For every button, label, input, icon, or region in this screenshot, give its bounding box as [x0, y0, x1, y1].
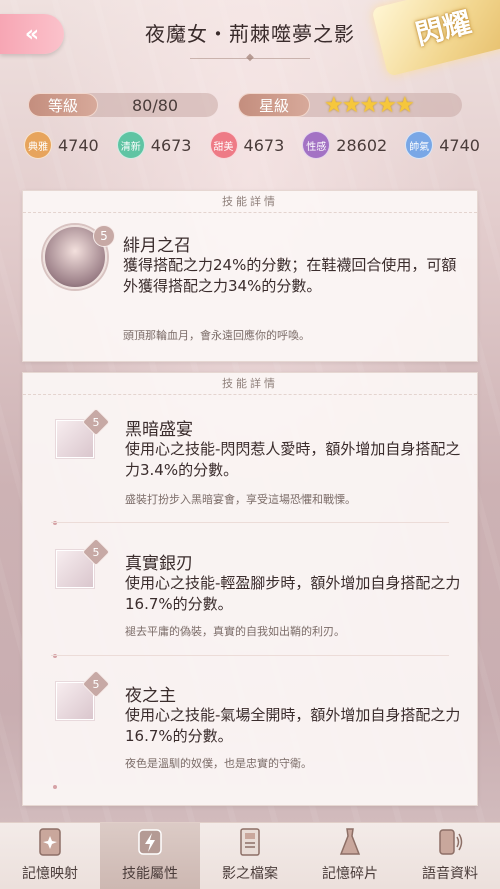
- attribute-value: 4740: [58, 135, 99, 155]
- attribute-item: 甜美 4673: [209, 131, 285, 159]
- skill-level-badge: 5: [81, 407, 111, 437]
- main-skill-panel: 技能詳情 5 緋月之召 獲得搭配之力24%的分數；在鞋襪回合使用，可額外獲得搭配…: [22, 190, 478, 362]
- star-label: 星級: [238, 93, 310, 117]
- main-skill-portrait: 5: [43, 225, 115, 289]
- main-skill-name: 緋月之召: [123, 236, 191, 256]
- skill-level-badge: 5: [93, 225, 115, 247]
- skill-flavor: 盛裝打扮步入黑暗宴會，享受這場恐懼和戰慄。: [125, 493, 356, 506]
- panel-heading: 技能詳情: [23, 191, 477, 213]
- skill-name: 真實銀刃: [125, 554, 193, 574]
- skill-icon-dark-feast: 5: [55, 407, 111, 459]
- level-value: 80/80: [132, 95, 179, 115]
- attribute-value: 4673: [150, 135, 192, 155]
- attribute-icon: 清新: [116, 131, 145, 159]
- divider-dot: [53, 785, 57, 789]
- main-skill-flavor: 頭頂那輪血月，會永遠回應你的呼喚。: [123, 329, 310, 342]
- skill-desc: 使用心之技能-閃閃惹人愛時，額外增加自身搭配之力3.4%的分數。: [125, 440, 461, 479]
- skill-desc: 使用心之技能-氣場全開時，額外增加自身搭配之力16.7%的分數。: [125, 706, 461, 745]
- tab-memory-mapping[interactable]: 記憶映射: [0, 823, 100, 889]
- tab-label: 語音資料: [422, 866, 478, 882]
- star-icon: ★: [394, 92, 415, 118]
- tab-label: 記憶映射: [22, 866, 78, 882]
- skill-name: 夜之主: [125, 686, 176, 706]
- skill-icon-lord-of-night: 5: [55, 669, 111, 721]
- attribute-value: 4740: [439, 135, 480, 155]
- dress-icon: [335, 827, 365, 857]
- skill-icon-true-silver-blade: 5: [55, 537, 111, 589]
- sub-skill-panel: 技能詳情 5 黑暗盛宴 使用心之技能-閃閃惹人愛時，額外增加自身搭配之力3.4%…: [22, 372, 478, 806]
- skill-level-badge: 5: [81, 669, 111, 699]
- tab-label: 影之檔案: [222, 866, 278, 882]
- card-icon: [35, 827, 65, 857]
- tab-memory-fragments[interactable]: 記憶碎片: [300, 823, 400, 889]
- title-ornament: ◆: [190, 53, 310, 63]
- attribute-value: 28602: [336, 135, 388, 155]
- skill-level-badge: 5: [81, 537, 111, 567]
- attribute-icon: 帥氣: [405, 131, 434, 159]
- star-icon: ★: [341, 92, 362, 118]
- attribute-item: 清新 4673: [116, 131, 192, 159]
- document-icon: [235, 827, 265, 857]
- tab-shadow-profile[interactable]: 影之檔案: [200, 823, 300, 889]
- main-skill-desc: 獲得搭配之力24%的分數；在鞋襪回合使用，可額外獲得搭配之力34%的分數。: [123, 256, 457, 295]
- star-icon: ★: [359, 92, 379, 118]
- attribute-item: 性感 28602: [302, 131, 387, 159]
- attribute-icon: 性感: [302, 131, 331, 159]
- level-label: 等級: [28, 93, 98, 117]
- star-icon: ★: [377, 92, 397, 118]
- star-row: 星級 ★ ★ ★ ★ ★: [238, 92, 462, 118]
- star-rating: ★ ★ ★ ★ ★: [324, 92, 415, 118]
- skill-desc: 使用心之技能-輕盈腳步時，額外增加自身搭配之力16.7%的分數。: [125, 574, 461, 613]
- attribute-item: 帥氣 4740: [405, 131, 480, 159]
- tab-voice-data[interactable]: 語音資料: [400, 823, 500, 889]
- star-icon: ★: [324, 92, 344, 118]
- panel-heading: 技能詳情: [23, 373, 477, 395]
- phone-audio-icon: [435, 827, 465, 857]
- attribute-icon: 甜美: [209, 131, 238, 159]
- attribute-row: 典雅 4740 清新 4673 甜美 4673 性感 28602 帥氣 4740: [24, 131, 480, 159]
- tab-skill-attributes[interactable]: 技能屬性: [100, 823, 200, 889]
- skill-flavor: 褪去平庸的偽裝，真實的自我如出鞘的利刃。: [125, 625, 345, 638]
- tab-label: 技能屬性: [122, 866, 178, 882]
- attribute-value: 4673: [243, 135, 285, 155]
- tab-label: 記憶碎片: [322, 866, 378, 882]
- skill-flavor: 夜色是溫馴的奴僕，也是忠實的守衛。: [125, 757, 312, 770]
- attribute-icon: 典雅: [24, 131, 52, 159]
- bottom-tab-bar: 記憶映射 技能屬性 影之檔案 記憶碎片 語音資料: [0, 822, 500, 889]
- lightning-icon: [135, 827, 165, 857]
- skill-name: 黑暗盛宴: [125, 420, 193, 440]
- attribute-item: 典雅 4740: [24, 131, 99, 159]
- level-row: 等級 80/80: [28, 93, 218, 117]
- divider: [51, 522, 449, 523]
- divider: [51, 655, 449, 656]
